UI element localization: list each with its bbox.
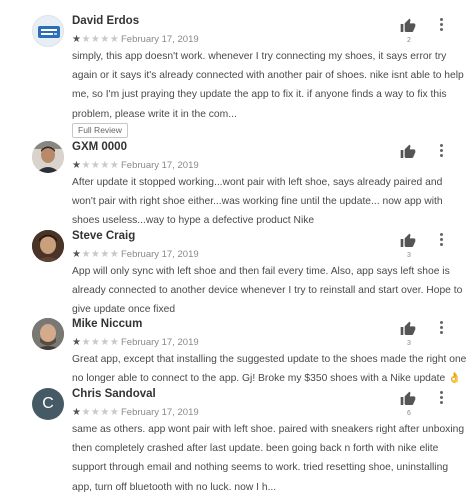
app-logo-icon [38, 26, 60, 38]
review-text: After update it stopped working...wont p… [72, 177, 443, 227]
more-vert-icon[interactable] [437, 391, 445, 407]
star-rating: ★★★★★ [72, 249, 119, 261]
reviewer-name: Steve Craig [72, 230, 136, 242]
reviewer-name: Mike Niccum [72, 318, 143, 330]
avatar[interactable] [32, 141, 64, 173]
star-icon: ★★★★ [81, 34, 120, 45]
review-item: Steve Craig ★★★★★ February 17, 2019 3 Ap… [0, 230, 474, 320]
star-icon: ★★★★ [81, 407, 120, 418]
helpful-count: 3 [407, 340, 411, 347]
avatar[interactable]: C [32, 388, 64, 420]
reviewer-name: GXM 0000 [72, 141, 127, 153]
star-rating: ★★★★★ [72, 34, 119, 46]
reviewer-name: Chris Sandoval [72, 388, 156, 400]
helpful-count: 6 [407, 410, 411, 417]
thumbs-up-icon[interactable] [400, 18, 416, 34]
review-date: February 17, 2019 [121, 160, 199, 171]
review-text: App will only sync with left shoe and th… [72, 266, 463, 316]
user-photo-icon [32, 318, 64, 350]
star-rating: ★★★★★ [72, 407, 119, 419]
review-date: February 17, 2019 [121, 337, 199, 348]
avatar[interactable] [32, 318, 64, 350]
helpful-count: 3 [407, 252, 411, 259]
review-date: February 17, 2019 [121, 407, 199, 418]
user-photo-icon [32, 230, 64, 262]
review-text: same as others. app wont pair with left … [72, 424, 465, 493]
star-icon: ★★★★ [81, 160, 120, 171]
more-vert-icon[interactable] [437, 18, 445, 34]
user-photo-icon [32, 141, 64, 173]
review-item: David Erdos ★★★★★ February 17, 2019 2 si… [0, 15, 474, 138]
more-vert-icon[interactable] [437, 321, 445, 337]
star-rating: ★★★★★ [72, 160, 119, 172]
star-icon: ★★★★ [81, 249, 120, 260]
thumbs-up-icon[interactable] [400, 391, 416, 407]
review-item: Mike Niccum ★★★★★ February 17, 2019 3 Gr… [0, 318, 474, 390]
review-date: February 17, 2019 [121, 249, 199, 260]
thumbs-up-icon[interactable] [400, 144, 416, 160]
avatar-initial: C [42, 395, 54, 412]
review-item: C Chris Sandoval ★★★★★ February 17, 2019… [0, 388, 474, 498]
more-vert-icon[interactable] [437, 144, 445, 160]
thumbs-up-icon[interactable] [400, 233, 416, 249]
review-text: Great app, except that installing the su… [72, 354, 467, 385]
star-icon: ★★★★ [81, 337, 120, 348]
avatar[interactable] [32, 230, 64, 262]
helpful-count: 2 [407, 37, 411, 44]
full-review-button[interactable]: Full Review [72, 123, 128, 138]
reviewer-name: David Erdos [72, 15, 140, 27]
more-vert-icon[interactable] [437, 233, 445, 249]
avatar[interactable] [32, 15, 64, 47]
review-item: GXM 0000 ★★★★★ February 17, 2019 After u… [0, 141, 474, 231]
thumbs-up-icon[interactable] [400, 321, 416, 337]
review-date: February 17, 2019 [121, 34, 199, 45]
star-rating: ★★★★★ [72, 337, 119, 349]
review-text: simply, this app doesn't work. whenever … [72, 51, 464, 120]
